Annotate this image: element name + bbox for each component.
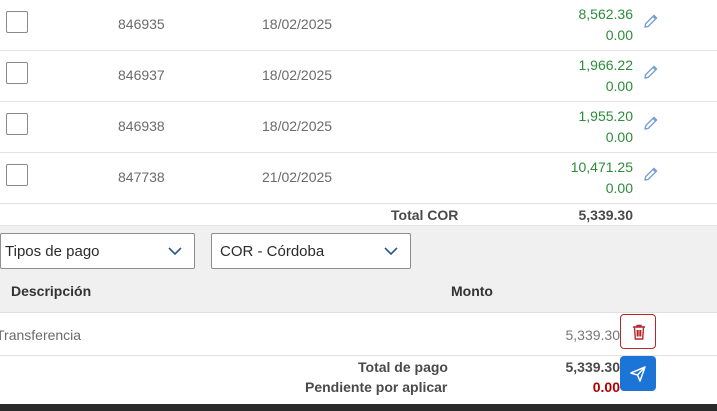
invoice-date: 21/02/2025: [262, 169, 333, 185]
payment-type-select[interactable]: Tipos de pago: [0, 233, 195, 269]
invoice-amount: 10,471.25: [570, 159, 633, 175]
invoice-number: 847738: [118, 169, 165, 185]
total-value: 5,339.30: [578, 207, 634, 223]
column-header-amount: Monto: [451, 283, 493, 299]
column-header-description: Descripción: [11, 283, 92, 299]
pending-label: Pendiente por aplicar: [305, 379, 448, 395]
invoice-table: 846935 18/02/2025 8,562.36 0.00 846937 1…: [0, 0, 717, 204]
table-row: 846938 18/02/2025 1,955.20 0.00: [0, 102, 717, 153]
send-icon: [630, 366, 646, 382]
trash-icon: [633, 324, 645, 340]
chevron-down-icon: [384, 247, 398, 256]
table-row: Transferencia 5,339.30: [0, 313, 717, 356]
total-label: Total COR: [391, 207, 459, 223]
invoice-date: 18/02/2025: [262, 16, 333, 32]
pencil-icon[interactable]: [642, 63, 660, 81]
invoice-date: 18/02/2025: [262, 118, 333, 134]
row-checkbox[interactable]: [6, 113, 28, 135]
pencil-icon[interactable]: [642, 165, 660, 183]
invoice-applied: 0.00: [605, 78, 633, 94]
total-payment-value: 5,339.30: [565, 359, 621, 375]
currency-select[interactable]: COR - Córdoba: [211, 233, 411, 269]
payments-table-header: Descripción Monto: [0, 271, 717, 313]
table-row: 847738 21/02/2025 10,471.25 0.00: [0, 153, 717, 204]
row-checkbox[interactable]: [6, 62, 28, 84]
row-checkbox[interactable]: [6, 164, 28, 186]
row-checkbox[interactable]: [6, 11, 28, 33]
payment-amount: 5,339.30: [565, 327, 621, 343]
delete-payment-button[interactable]: [620, 314, 656, 349]
payment-description: Transferencia: [0, 327, 82, 343]
chevron-down-icon: [168, 247, 182, 256]
bottom-bar: [0, 404, 717, 411]
invoice-total-row: Total COR 5,339.30: [0, 204, 717, 226]
invoice-date: 18/02/2025: [262, 67, 333, 83]
invoice-amount: 1,966.22: [578, 57, 634, 73]
invoice-applied: 0.00: [605, 129, 633, 145]
invoice-applied: 0.00: [605, 180, 633, 196]
currency-value: COR - Córdoba: [220, 243, 325, 260]
pending-value: 0.00: [592, 379, 620, 395]
invoice-number: 846935: [118, 16, 165, 32]
table-row: 846937 18/02/2025 1,966.22 0.00: [0, 51, 717, 102]
invoice-amount: 1,955.20: [578, 108, 634, 124]
send-button[interactable]: [620, 356, 656, 391]
invoice-number: 846938: [118, 118, 165, 134]
invoice-amount: 8,562.36: [578, 6, 634, 22]
invoice-number: 846937: [118, 67, 165, 83]
table-row: 846935 18/02/2025 8,562.36 0.00: [0, 0, 717, 51]
total-payment-label: Total de pago: [358, 359, 448, 375]
payment-type-value: Tipos de pago: [5, 243, 100, 260]
pencil-icon[interactable]: [642, 114, 660, 132]
payment-filters: Tipos de pago COR - Córdoba: [0, 226, 717, 271]
invoice-applied: 0.00: [605, 27, 633, 43]
payment-summary: Total de pago 5,339.30 Pendiente por apl…: [0, 356, 717, 400]
pencil-icon[interactable]: [642, 12, 660, 30]
